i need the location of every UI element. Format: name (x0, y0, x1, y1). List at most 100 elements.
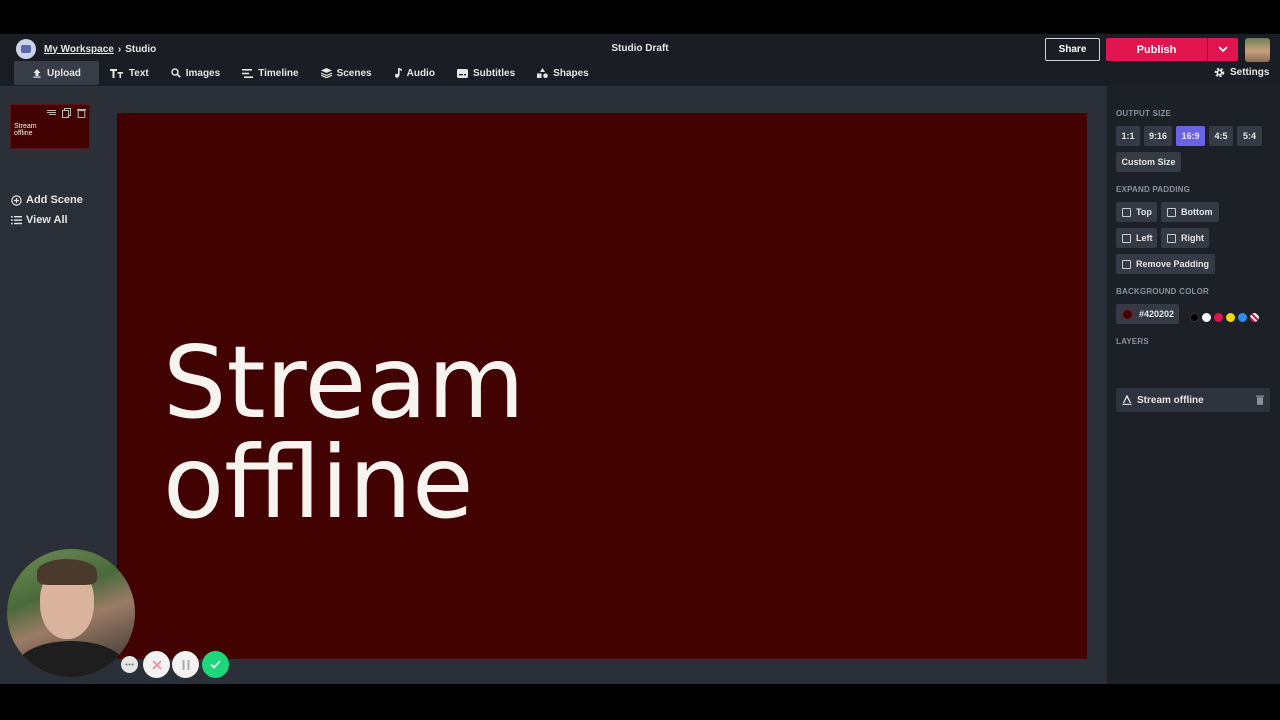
shapes-icon (537, 68, 548, 78)
background-color-label: BACKGROUND COLOR (1116, 287, 1209, 296)
size-option-9-16[interactable]: 9:16 (1144, 126, 1172, 146)
plus-circle-icon (11, 194, 22, 206)
menu-icon[interactable] (47, 108, 56, 116)
remove-padding-label: Remove Padding (1136, 259, 1210, 269)
color-presets (1190, 313, 1259, 322)
publish-button[interactable]: Publish (1106, 38, 1207, 61)
toolbar-timeline[interactable]: Timeline (231, 61, 309, 85)
toolbar-text[interactable]: Text (99, 61, 160, 85)
scene-thumb-text: Stream offline (14, 123, 37, 137)
close-icon (151, 659, 162, 670)
recording-finish-button[interactable] (202, 651, 229, 678)
padding-left-label: Left (1136, 233, 1153, 243)
background-color-picker[interactable]: #420202 (1116, 304, 1179, 324)
view-all-button[interactable]: View All (11, 214, 68, 226)
workspace-avatar[interactable] (16, 39, 36, 59)
toolbar-subtitles[interactable]: Subtitles (446, 61, 526, 85)
more-dots-icon (125, 663, 134, 666)
breadcrumb: My Workspace › Studio (16, 39, 156, 59)
size-option-4-5[interactable]: 4:5 (1209, 126, 1233, 146)
add-scene-button[interactable]: Add Scene (11, 194, 83, 206)
recording-cancel-button[interactable] (143, 651, 170, 678)
expand-padding-label: EXPAND PADDING (1116, 185, 1191, 194)
padding-top-checkbox[interactable]: Top (1116, 202, 1157, 222)
add-scene-label: Add Scene (26, 194, 83, 206)
padding-bottom-checkbox[interactable]: Bottom (1161, 202, 1219, 222)
publish-dropdown-button[interactable] (1208, 38, 1238, 61)
text-icon (109, 69, 123, 78)
toolbar-scenes[interactable]: Scenes (310, 61, 383, 85)
canvas-text-line-2: offline (163, 424, 474, 541)
checkbox-box (1167, 233, 1176, 243)
checkbox-box (1167, 207, 1176, 217)
toolbar-images[interactable]: Images (160, 61, 231, 85)
padding-top-label: Top (1136, 207, 1152, 217)
settings-label: Settings (1230, 67, 1270, 78)
view-all-label: View All (26, 214, 68, 226)
webcam-person-shirt (17, 641, 125, 677)
size-option-16-9[interactable]: 16:9 (1176, 126, 1205, 146)
remove-padding-checkbox[interactable]: Remove Padding (1116, 254, 1215, 274)
trash-icon[interactable] (77, 108, 86, 118)
list-icon (11, 216, 22, 225)
layers-icon (320, 68, 332, 78)
user-avatar[interactable] (1245, 38, 1270, 62)
color-preset-custom[interactable] (1250, 313, 1259, 322)
custom-size-button[interactable]: Custom Size (1116, 152, 1181, 172)
checkbox-box (1122, 233, 1131, 243)
text-layer-icon (1122, 395, 1132, 405)
toolbar-upload-label: Upload (47, 67, 81, 79)
toolbar-timeline-label: Timeline (258, 67, 299, 79)
editor-canvas[interactable]: Stream offline (117, 113, 1087, 659)
color-preset-red[interactable] (1214, 313, 1223, 322)
breadcrumb-current: Studio (125, 43, 157, 55)
search-icon (170, 68, 181, 78)
toolbar-upload[interactable]: Upload (14, 61, 99, 85)
music-note-icon (394, 68, 402, 78)
size-option-1-1[interactable]: 1:1 (1116, 126, 1140, 146)
scene-thumb-actions (47, 108, 86, 118)
layer-name: Stream offline (1137, 394, 1204, 406)
color-preset-yellow[interactable] (1226, 313, 1235, 322)
recording-pause-button[interactable] (172, 651, 199, 678)
toolbar-audio-label: Audio (406, 67, 435, 79)
toolbar-text-label: Text (128, 67, 149, 79)
checkbox-box (1122, 259, 1131, 269)
scene-thumbnail[interactable]: Stream offline (10, 104, 90, 149)
background-color-value: #420202 (1139, 309, 1175, 319)
color-preset-black[interactable] (1190, 313, 1199, 322)
breadcrumb-separator: › (117, 43, 122, 55)
upload-icon (33, 69, 41, 78)
checkmark-icon (210, 660, 221, 669)
toolbar-audio[interactable]: Audio (383, 61, 446, 85)
toolbar-shapes-label: Shapes (553, 67, 589, 79)
duplicate-icon[interactable] (62, 108, 71, 118)
padding-left-checkbox[interactable]: Left (1116, 228, 1157, 248)
webcam-person-hair (37, 559, 97, 585)
top-bar: My Workspace › Studio Studio Draft Share… (0, 34, 1280, 86)
output-size-label: OUTPUT SIZE (1116, 109, 1172, 118)
chevron-down-icon (1218, 46, 1228, 53)
checkbox-box (1122, 207, 1131, 217)
color-preset-white[interactable] (1202, 313, 1211, 322)
color-preset-blue[interactable] (1238, 313, 1247, 322)
toolbar-subtitles-label: Subtitles (472, 67, 516, 79)
share-button[interactable]: Share (1045, 38, 1100, 61)
settings-button[interactable]: Settings (1214, 67, 1269, 78)
app-window: My Workspace › Studio Studio Draft Share… (0, 34, 1280, 684)
properties-panel: OUTPUT SIZE 1:1 9:16 16:9 4:5 5:4 Custom… (1107, 86, 1280, 684)
size-option-5-4[interactable]: 5:4 (1237, 126, 1262, 146)
trash-icon[interactable] (1256, 395, 1264, 405)
canvas-text-line-1: Stream (163, 324, 525, 441)
webcam-preview[interactable] (7, 549, 135, 677)
toolbar-shapes[interactable]: Shapes (526, 61, 600, 85)
canvas-text-layer[interactable]: Stream offline (163, 333, 525, 533)
breadcrumb-workspace-link[interactable]: My Workspace (44, 44, 114, 55)
padding-right-checkbox[interactable]: Right (1161, 228, 1209, 248)
padding-right-label: Right (1181, 233, 1204, 243)
main-toolbar: Upload Text Images Timeline Scenes Audio (14, 61, 600, 85)
layer-item[interactable]: Stream offline (1116, 388, 1270, 412)
gear-icon (1214, 67, 1225, 78)
recording-more-button[interactable] (121, 656, 138, 673)
toolbar-images-label: Images (185, 67, 221, 79)
